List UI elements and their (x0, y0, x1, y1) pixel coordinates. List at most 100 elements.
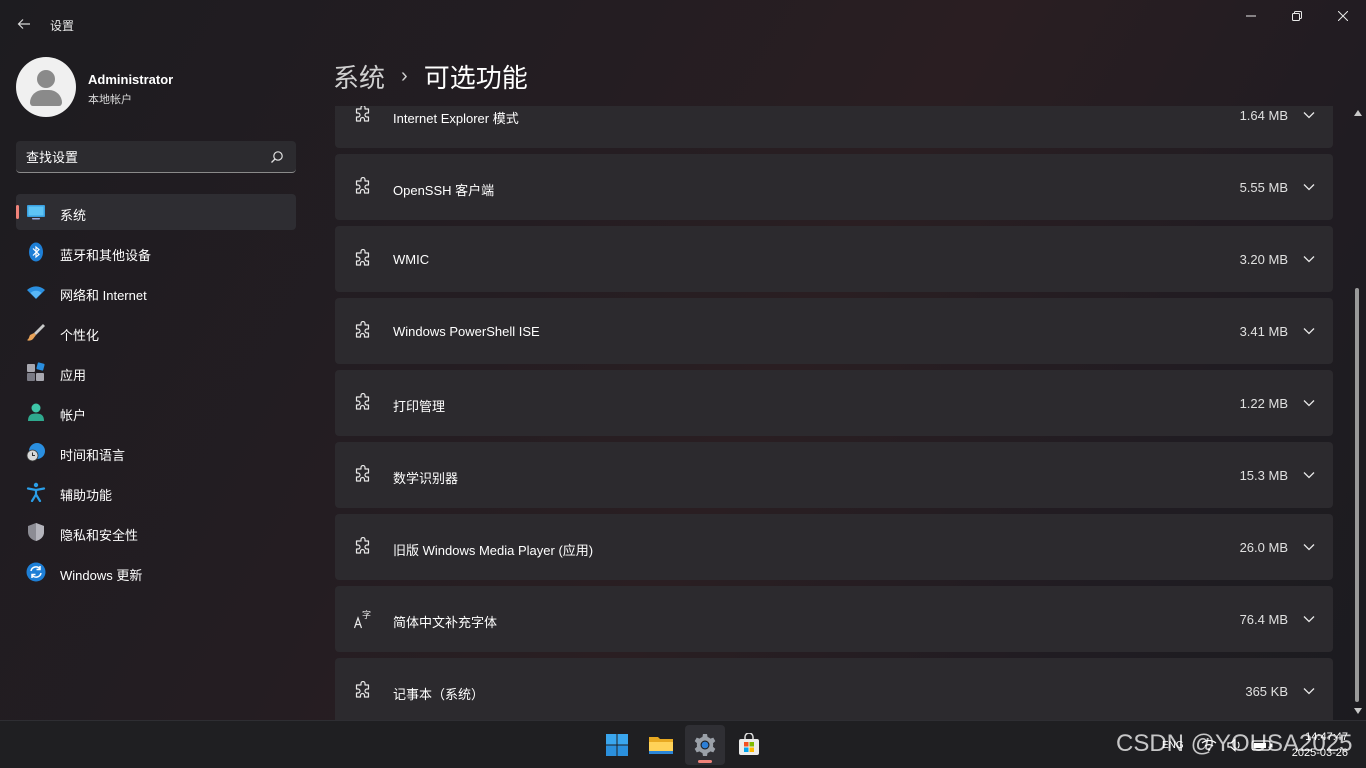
back-arrow-icon (17, 19, 30, 29)
avatar[interactable] (16, 57, 76, 117)
minimize-button[interactable] (1228, 0, 1274, 32)
expand-button[interactable] (1299, 393, 1319, 413)
feature-row[interactable]: 旧版 Windows Media Player (应用) 26.0 MB (335, 514, 1333, 580)
sidebar-nav: 系统 蓝牙和其他设备 网络和 Internet 个性化 应用 帐户 时间和语言 … (16, 194, 296, 594)
apps-icon (27, 362, 45, 381)
chevron-down-icon (1303, 184, 1315, 191)
search-icon[interactable] (270, 150, 284, 164)
app-title: 设置 (50, 19, 75, 33)
expand-button[interactable] (1299, 321, 1319, 341)
avatar-body (30, 90, 62, 106)
sidebar-item-label: 时间和语言 (60, 448, 126, 463)
scroll-thumb[interactable] (1355, 288, 1359, 702)
chevron-down-icon (1303, 688, 1315, 695)
sidebar-item-accounts[interactable]: 帐户 (16, 394, 296, 430)
start-icon (606, 734, 628, 756)
file-explorer-icon (649, 737, 673, 754)
sidebar-item-system[interactable]: 系统 (16, 194, 296, 230)
feature-size: 15.3 MB (1239, 468, 1288, 483)
breadcrumb-separator: › (401, 64, 408, 87)
sidebar-item-network[interactable]: 网络和 Internet (16, 274, 296, 310)
chevron-down-icon (1303, 112, 1315, 119)
store-icon (739, 733, 759, 755)
puzzle-icon (355, 393, 370, 410)
expand-button[interactable] (1299, 537, 1319, 557)
restore-button[interactable] (1274, 0, 1320, 32)
feature-row[interactable]: WMIC 3.20 MB (335, 226, 1333, 292)
scroll-up-arrow-icon[interactable] (1354, 110, 1362, 116)
feature-name: 旧版 Windows Media Player (应用) (393, 543, 594, 558)
puzzle-icon (355, 321, 370, 338)
scroll-down-arrow-icon[interactable] (1354, 708, 1362, 714)
feature-name: 记事本（系统） (393, 687, 485, 702)
close-icon (1338, 11, 1348, 21)
sidebar-item-privacy[interactable]: 隐私和安全性 (16, 514, 296, 550)
feature-row[interactable]: 字 简体中文补充字体 76.4 MB (335, 586, 1333, 652)
expand-button[interactable] (1299, 609, 1319, 629)
expand-button[interactable] (1299, 106, 1319, 125)
feature-size: 76.4 MB (1239, 612, 1288, 627)
sidebar-item-apps[interactable]: 应用 (16, 354, 296, 390)
feature-row[interactable]: 打印管理 1.22 MB (335, 370, 1333, 436)
sidebar-item-windows-update[interactable]: Windows 更新 (16, 554, 296, 590)
sidebar-item-personalization[interactable]: 个性化 (16, 314, 296, 350)
chevron-down-icon (1303, 544, 1315, 551)
feature-row[interactable]: Internet Explorer 模式 1.64 MB (335, 106, 1333, 148)
sidebar-item-accessibility[interactable]: 辅助功能 (16, 474, 296, 510)
sidebar-item-label: 蓝牙和其他设备 (60, 248, 152, 263)
feature-size: 1.22 MB (1239, 396, 1288, 411)
optional-features-list: Internet Explorer 模式 1.64 MB OpenSSH 客户端… (335, 106, 1333, 720)
paintbrush-icon (27, 324, 45, 341)
feature-size: 3.41 MB (1239, 324, 1288, 339)
close-button[interactable] (1320, 0, 1366, 32)
chevron-down-icon (1303, 616, 1315, 623)
bluetooth-icon (29, 242, 43, 262)
search-input[interactable] (26, 147, 266, 167)
taskbar-store[interactable] (729, 725, 769, 765)
puzzle-icon (355, 177, 370, 194)
feature-row[interactable]: 数学识别器 15.3 MB (335, 442, 1333, 508)
sidebar-item-time-language[interactable]: 时间和语言 (16, 434, 296, 470)
taskbar-settings[interactable] (685, 725, 725, 765)
profile-account-type: 本地帐户 (88, 94, 132, 106)
feature-name: 数学识别器 (393, 471, 459, 486)
feature-name: WMIC (393, 252, 430, 267)
shield-icon (28, 523, 44, 541)
person-icon (28, 403, 44, 421)
breadcrumb: 系统 › 可选功能 (333, 58, 528, 94)
settings-icon (694, 734, 716, 756)
profile-name: Administrator (88, 72, 174, 87)
sidebar-item-label: 应用 (60, 368, 87, 383)
start-button[interactable] (597, 725, 637, 765)
scrollbar[interactable] (1352, 106, 1362, 720)
puzzle-icon (355, 106, 370, 122)
sidebar-item-label: Windows 更新 (60, 568, 143, 583)
sidebar-item-label: 隐私和安全性 (60, 528, 139, 543)
feature-size: 3.20 MB (1239, 252, 1288, 267)
sidebar-item-bluetooth[interactable]: 蓝牙和其他设备 (16, 234, 296, 270)
back-button[interactable] (12, 12, 36, 36)
feature-size: 1.64 MB (1239, 108, 1288, 123)
puzzle-icon (355, 465, 370, 482)
puzzle-icon (355, 249, 370, 266)
feature-row[interactable]: 记事本（系统） 365 KB (335, 658, 1333, 720)
taskbar-file-explorer[interactable] (641, 725, 681, 765)
accessibility-icon (26, 482, 46, 502)
svg-text:字: 字 (362, 609, 371, 621)
sidebar-item-label: 网络和 Internet (60, 288, 147, 303)
breadcrumb-parent[interactable]: 系统 (333, 58, 385, 95)
expand-button[interactable] (1299, 465, 1319, 485)
feature-row[interactable]: OpenSSH 客户端 5.55 MB (335, 154, 1333, 220)
sidebar-item-label: 个性化 (60, 328, 100, 343)
expand-button[interactable] (1299, 177, 1319, 197)
watermark: CSDN @YOUSA2025 (1116, 730, 1353, 757)
chevron-down-icon (1303, 328, 1315, 335)
feature-row[interactable]: Windows PowerShell ISE 3.41 MB (335, 298, 1333, 364)
feature-name: 简体中文补充字体 (393, 615, 498, 630)
expand-button[interactable] (1299, 249, 1319, 269)
puzzle-icon (355, 537, 370, 554)
expand-button[interactable] (1299, 681, 1319, 701)
search-box[interactable] (16, 141, 296, 173)
minimize-icon (1246, 15, 1256, 17)
feature-name: 打印管理 (393, 399, 446, 414)
